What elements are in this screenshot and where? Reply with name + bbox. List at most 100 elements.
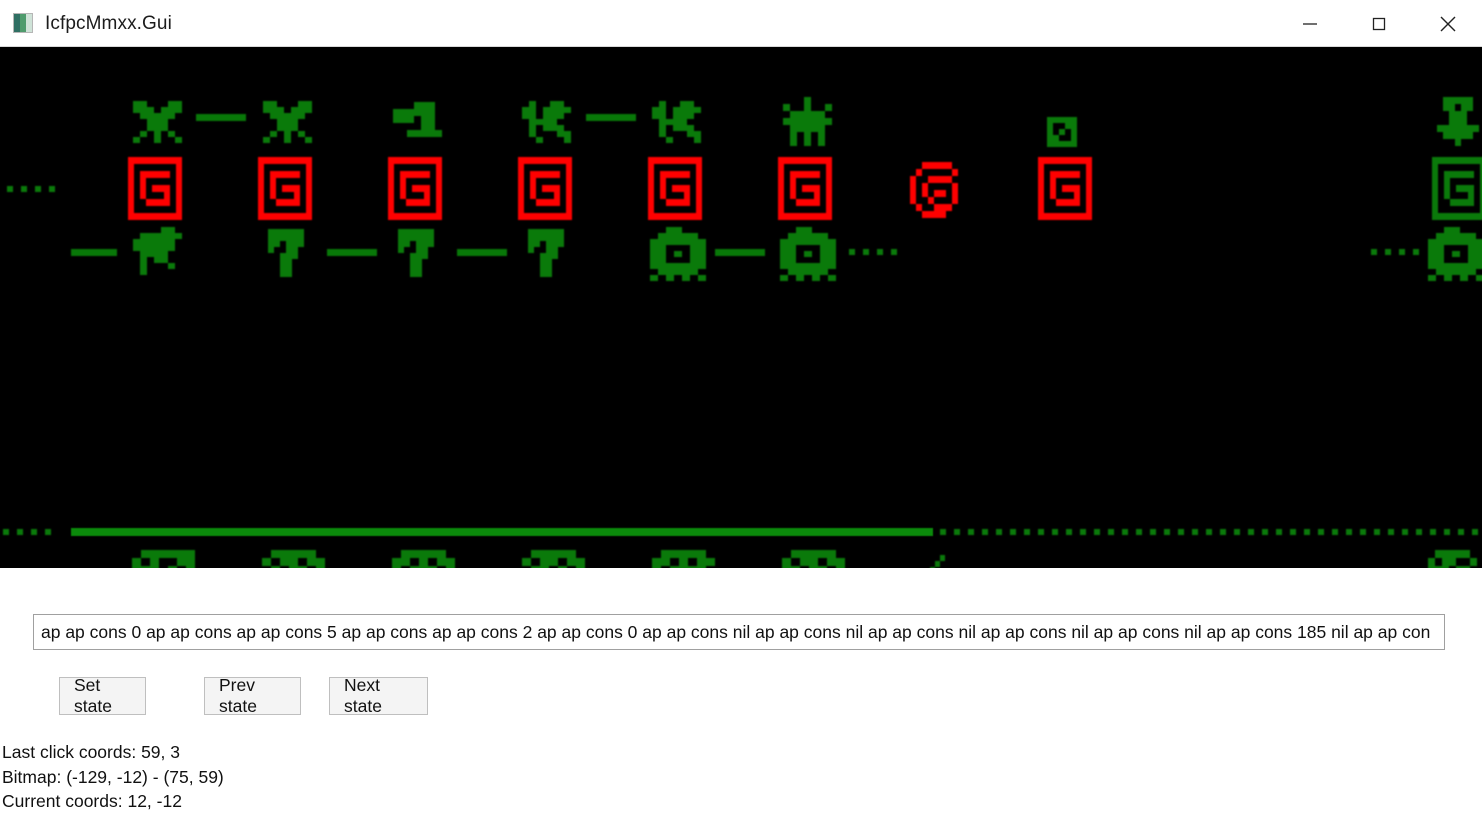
- glyph-bug-icon: [650, 227, 706, 281]
- bitmap-bounds: Bitmap: (-129, -12) - (75, 59): [2, 766, 224, 787]
- dot-mark: [954, 529, 960, 535]
- set-state-button[interactable]: Set state: [59, 675, 146, 716]
- close-icon: [1440, 16, 1455, 31]
- title-bar: IcfpcMmxx.Gui: [0, 0, 1482, 47]
- current-coords: Current coords: 12, -12: [2, 791, 182, 811]
- glyph-rune-7-icon: [1428, 550, 1477, 568]
- dot-mark: [1192, 529, 1198, 535]
- horizontal-rule: [71, 528, 933, 536]
- glyph-bug-icon: [780, 227, 836, 281]
- glyph-rune-2-icon: [262, 550, 325, 568]
- glyph-bug-icon: [1428, 227, 1482, 281]
- glyph-box-spiral-icon: [128, 157, 182, 220]
- dot-mark: [1290, 529, 1296, 535]
- dot-mark: [1122, 529, 1128, 535]
- dot-mark: [877, 249, 883, 255]
- minimize-button[interactable]: [1275, 0, 1344, 47]
- glyph-rune-3-icon: [392, 550, 455, 568]
- dash-mark: [196, 114, 246, 121]
- maximize-button[interactable]: [1344, 0, 1413, 47]
- control-panel: Set state Prev state Next state Last cli…: [0, 568, 1482, 818]
- dot-mark: [1262, 529, 1268, 535]
- glyph-rune-1-icon: [132, 550, 195, 568]
- dot-mark: [3, 529, 9, 535]
- next-state-button[interactable]: Next state: [329, 675, 428, 716]
- dot-mark: [21, 186, 27, 192]
- dot-mark: [31, 529, 37, 535]
- dash-mark: [71, 249, 117, 256]
- glyph-bird-icon: [133, 101, 182, 143]
- dot-mark: [1346, 529, 1352, 535]
- app-window: IcfpcMmxx.Gui ap ap cons 0 ap ap cons ap…: [0, 0, 1482, 818]
- dot-mark: [1024, 529, 1030, 535]
- glyph-box-spiral-icon: [518, 157, 572, 220]
- glyph-small-box-icon: [1047, 117, 1077, 147]
- dot-mark: [1136, 529, 1142, 535]
- dot-mark: [1066, 529, 1072, 535]
- glyph-box-spiral-icon: [258, 157, 312, 220]
- dot-mark: [1402, 529, 1408, 535]
- glyph-trident-icon: [398, 229, 440, 277]
- glyph-box-spiral-icon: [1432, 157, 1482, 220]
- glyph-box-spiral-icon: [648, 157, 702, 220]
- glyph-trident-icon: [528, 229, 570, 277]
- dot-mark: [1164, 529, 1170, 535]
- dot-mark: [1234, 529, 1240, 535]
- dot-mark: [1220, 529, 1226, 535]
- dot-mark: [1206, 529, 1212, 535]
- dot-mark: [49, 186, 55, 192]
- dot-mark: [35, 186, 41, 192]
- state-input[interactable]: [33, 614, 1445, 650]
- last-click-coords: Last click coords: 59, 3: [2, 742, 180, 762]
- glyph-box-spiral-icon: [778, 157, 832, 220]
- minimize-icon: [1302, 22, 1317, 25]
- dot-mark: [1248, 529, 1254, 535]
- prev-state-button[interactable]: Prev state: [204, 675, 301, 716]
- dot-mark: [982, 529, 988, 535]
- glyph-fork-icon: [652, 101, 701, 143]
- dash-mark: [586, 114, 636, 121]
- dot-mark: [968, 529, 974, 535]
- dot-mark: [1178, 529, 1184, 535]
- dot-mark: [996, 529, 1002, 535]
- glyph-anchor-icon: [1437, 97, 1479, 146]
- button-row: Set state Prev state Next state: [0, 675, 1482, 717]
- dot-mark: [1094, 529, 1100, 535]
- glyph-rune-4-icon: [522, 550, 585, 568]
- glyph-flag-icon: [393, 102, 442, 137]
- dot-mark: [1472, 529, 1478, 535]
- dot-mark: [1304, 529, 1310, 535]
- dot-mark: [45, 529, 51, 535]
- dot-mark: [1430, 529, 1436, 535]
- dot-mark: [1399, 249, 1405, 255]
- glyph-box-spiral-icon: [388, 157, 442, 220]
- dot-mark: [849, 249, 855, 255]
- dot-mark: [1416, 529, 1422, 535]
- dot-mark: [1010, 529, 1016, 535]
- dot-mark: [1080, 529, 1086, 535]
- glyph-box-spiral-icon: [1038, 157, 1092, 220]
- dash-mark: [327, 249, 377, 256]
- dot-mark: [1038, 529, 1044, 535]
- dot-mark: [1371, 249, 1377, 255]
- glyph-box-spiral-partial-icon: [910, 162, 964, 218]
- glyph-rune-6-icon: [782, 550, 845, 568]
- glyph-fork-icon: [522, 101, 571, 143]
- dot-mark: [17, 529, 23, 535]
- close-button[interactable]: [1413, 0, 1482, 47]
- dot-mark: [1150, 529, 1156, 535]
- window-title: IcfpcMmxx.Gui: [45, 12, 172, 34]
- bitmap-canvas[interactable]: [0, 47, 1482, 568]
- glyph-bird-icon: [263, 101, 312, 143]
- dot-mark: [1276, 529, 1282, 535]
- dot-mark: [1374, 529, 1380, 535]
- dash-mark: [715, 249, 765, 256]
- dot-mark: [1413, 249, 1419, 255]
- dot-mark: [1458, 529, 1464, 535]
- app-icon: [13, 13, 33, 33]
- dot-mark: [1108, 529, 1114, 535]
- dot-mark: [940, 529, 946, 535]
- glyph-star-icon: [783, 97, 832, 146]
- dot-mark: [1318, 529, 1324, 535]
- dot-mark: [863, 249, 869, 255]
